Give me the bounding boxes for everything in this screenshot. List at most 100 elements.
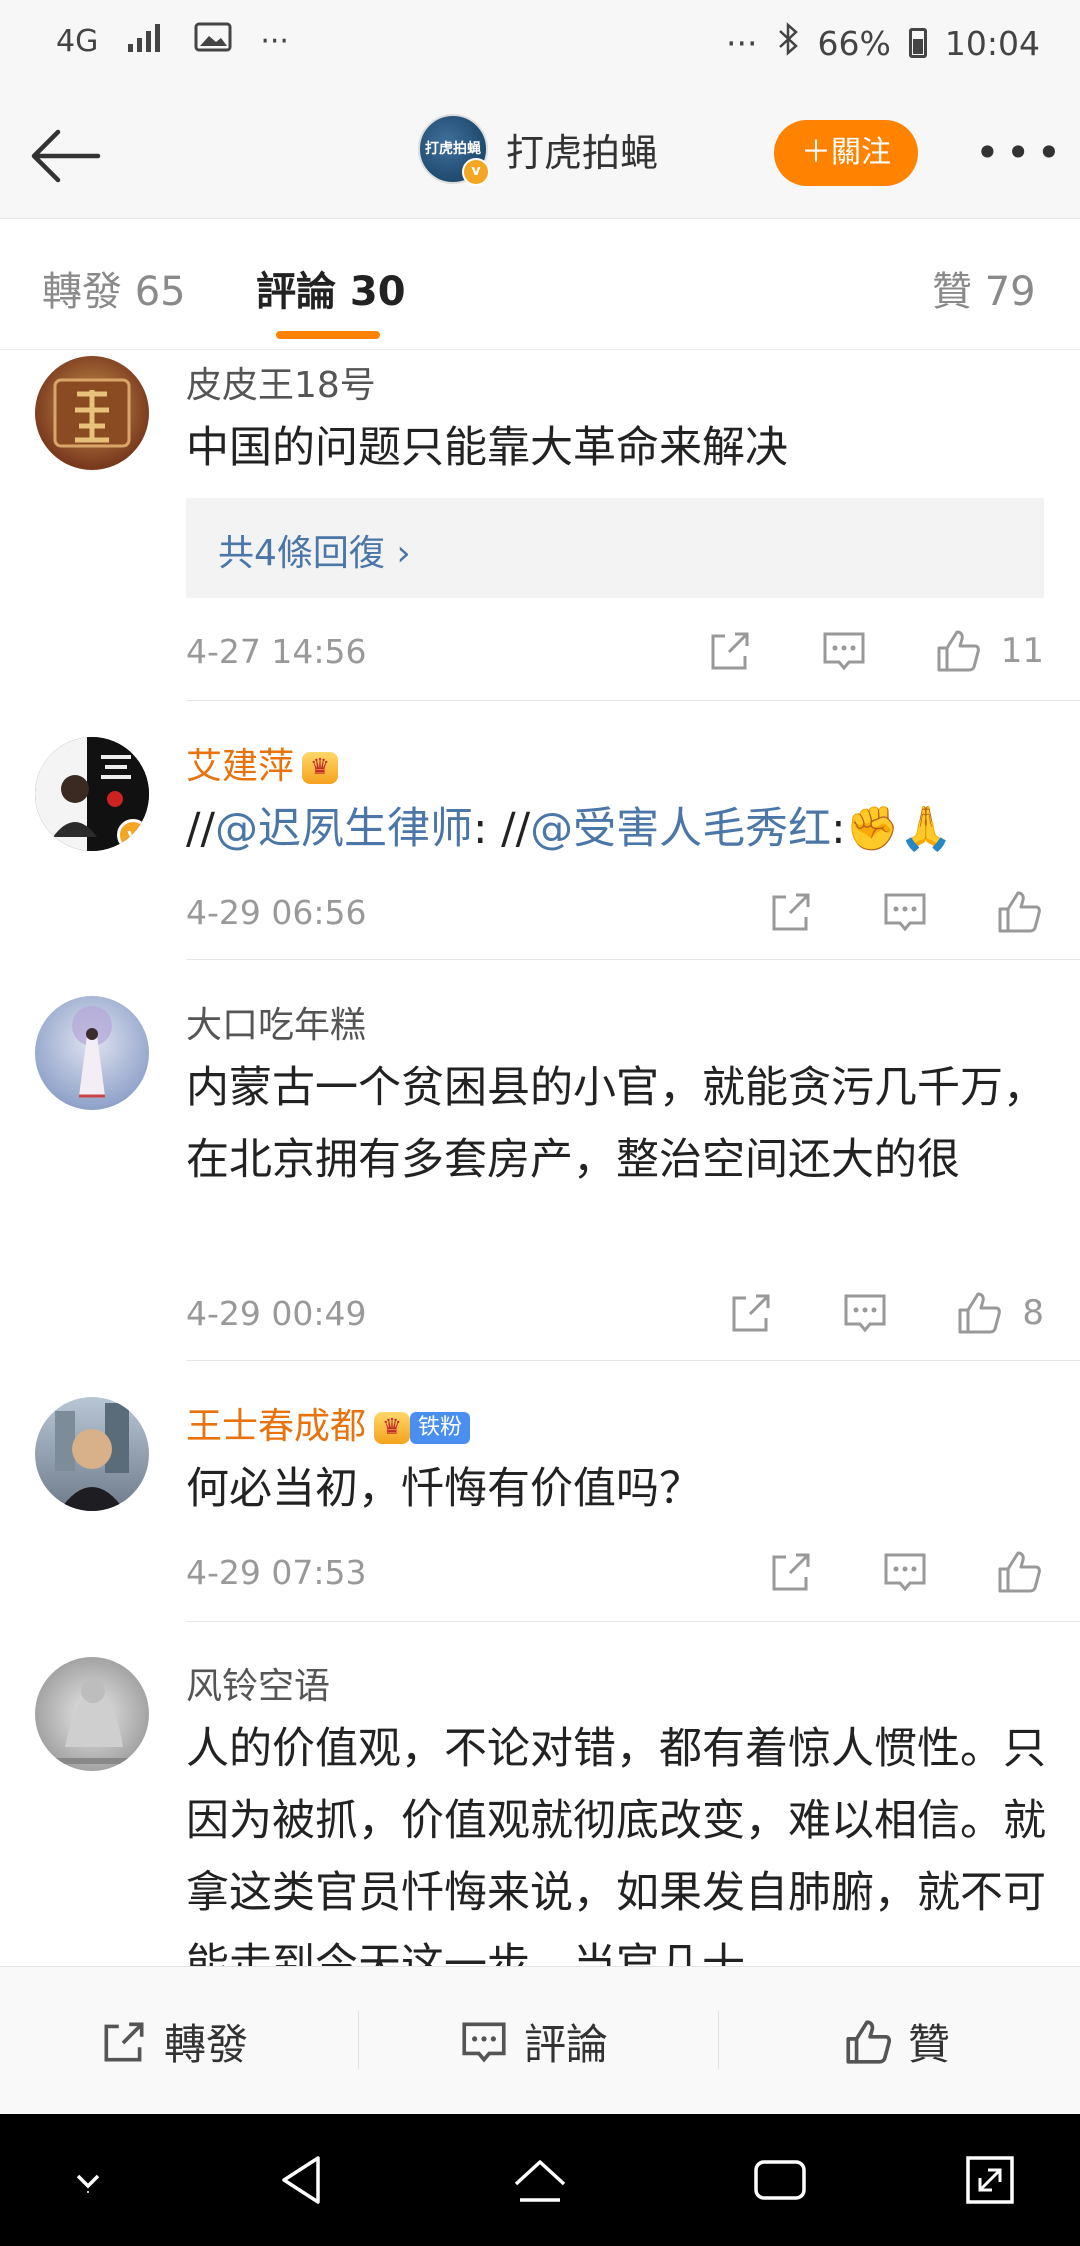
vip-crown-icon: ♛ bbox=[302, 752, 339, 784]
avatar-image bbox=[72, 1006, 112, 1098]
comment-username[interactable]: 王士春成都 ♛ 铁粉 bbox=[186, 1397, 471, 1449]
comment-actions bbox=[766, 1547, 1044, 1597]
comment-action[interactable] bbox=[880, 887, 930, 937]
account-logo: 打虎拍蝇 v bbox=[418, 114, 490, 186]
comment-action[interactable] bbox=[840, 1288, 890, 1338]
text-segment: // bbox=[186, 804, 215, 854]
repost-label: 轉發 bbox=[164, 2020, 249, 2069]
divider bbox=[186, 1360, 1080, 1361]
comment-username[interactable]: 大口吃年糕 bbox=[186, 996, 366, 1048]
text-segment: : // bbox=[472, 804, 531, 854]
comment-actions: 8 bbox=[726, 1288, 1044, 1338]
avatar-image bbox=[55, 1403, 129, 1511]
emoji-segment: :✊🙏 bbox=[831, 804, 953, 854]
mention-link[interactable]: @受害人毛秀红 bbox=[530, 804, 831, 854]
share-icon bbox=[104, 2022, 144, 2061]
thumbs-up-icon bbox=[937, 630, 980, 672]
status-bar: 4G ··· ··· 66% 10:04 bbox=[0, 0, 1080, 92]
tab-bar: 轉發 65 評論 30 贊 79 bbox=[0, 219, 1080, 350]
like-action[interactable] bbox=[994, 1547, 1044, 1597]
repost-button[interactable]: 轉發 bbox=[98, 2011, 248, 2072]
comment-action[interactable] bbox=[819, 626, 869, 676]
comment-text: //@迟夙生律师: //@受害人毛秀红:✊🙏 bbox=[186, 793, 1046, 865]
comment-icon bbox=[844, 1294, 886, 1333]
top-header: 打虎拍蝇 v 打虎拍蝇 ＋關注 ••• bbox=[0, 92, 1080, 219]
comment-time: 4-27 14:56 bbox=[186, 632, 367, 671]
thumbs-up-icon bbox=[846, 2019, 892, 2064]
back-triangle-icon bbox=[282, 2156, 320, 2204]
repost-action[interactable] bbox=[766, 1547, 816, 1597]
like-count: 11 bbox=[1000, 631, 1044, 671]
battery-percent: 66% bbox=[817, 23, 891, 63]
nav-collapse-button[interactable] bbox=[58, 2150, 118, 2210]
like-action[interactable]: 8 bbox=[954, 1288, 1044, 1338]
like-action[interactable]: 11 bbox=[933, 626, 1044, 676]
replies-link[interactable]: 共4條回復 › bbox=[186, 498, 1044, 598]
share-icon bbox=[772, 893, 810, 931]
comment-item: 风铃空语 人的价值观，不论对错，都有着惊人惯性。只因为被抓，价值观就彻底改变，难… bbox=[0, 1657, 1080, 1966]
comment-time: 4-29 06:56 bbox=[186, 893, 367, 932]
comment-action[interactable] bbox=[880, 1547, 930, 1597]
clock: 10:04 bbox=[944, 23, 1040, 63]
comment-username[interactable]: 风铃空语 bbox=[186, 1657, 330, 1709]
like-button[interactable]: 贊 bbox=[842, 2011, 950, 2072]
nav-back-button[interactable] bbox=[272, 2150, 332, 2210]
replies-label: 共4條回復 › bbox=[218, 533, 411, 574]
thumbs-up-icon bbox=[958, 1292, 1002, 1334]
account-logo-text: 打虎拍蝇 bbox=[425, 141, 481, 157]
divider bbox=[186, 959, 1080, 960]
system-navigation-bar bbox=[0, 2114, 1080, 2246]
nav-home-button[interactable] bbox=[510, 2150, 570, 2210]
comment-actions bbox=[766, 887, 1044, 937]
back-button[interactable] bbox=[26, 116, 106, 196]
avatar-image bbox=[55, 1679, 131, 1764]
active-tab-indicator bbox=[276, 331, 380, 339]
thumbs-up-icon bbox=[998, 891, 1041, 933]
chevron-down-icon bbox=[76, 2174, 100, 2193]
share-icon bbox=[711, 632, 749, 670]
avatar[interactable] bbox=[35, 1397, 149, 1511]
account-name: 打虎拍蝇 bbox=[506, 130, 659, 175]
like-action[interactable] bbox=[994, 887, 1044, 937]
avatar[interactable] bbox=[35, 356, 149, 470]
tab-reposts[interactable]: 轉發 65 bbox=[42, 259, 186, 317]
comment-actions: 11 bbox=[705, 626, 1044, 676]
nav-recents-button[interactable] bbox=[750, 2150, 810, 2210]
comment-text: 内蒙古一个贫困县的小官，就能贪污几千万，在北京拥有多套房产，整治空间还大的很 bbox=[186, 1063, 1046, 1185]
comment-icon bbox=[462, 2022, 506, 2063]
verified-icon: v bbox=[117, 819, 149, 851]
signal-icon bbox=[126, 22, 166, 60]
nav-expand-button[interactable] bbox=[960, 2150, 1020, 2210]
comment-username[interactable]: 皮皮王18号 bbox=[186, 356, 376, 408]
avatar[interactable] bbox=[35, 1657, 149, 1771]
comment-text: 何必当初，忏悔有价值吗？ bbox=[186, 1464, 702, 1514]
comment-time: 4-29 07:53 bbox=[186, 1553, 367, 1592]
comment-username[interactable]: 艾建萍 ♛ bbox=[186, 737, 339, 789]
avatar-image bbox=[53, 378, 131, 448]
follow-button[interactable]: ＋關注 bbox=[774, 120, 918, 186]
network-indicator: 4G bbox=[56, 23, 99, 59]
repost-action[interactable] bbox=[766, 887, 816, 937]
tab-comments[interactable]: 評論 30 bbox=[256, 259, 406, 317]
recents-icon bbox=[754, 2160, 806, 2200]
comment-icon bbox=[884, 1553, 926, 1592]
comment-text: 人的价值观，不论对错，都有着惊人惯性。只因为被抓，价值观就彻底改变，难以相信。就… bbox=[186, 1724, 1046, 1966]
avatar[interactable]: v bbox=[35, 737, 149, 851]
tab-likes[interactable]: 贊 79 bbox=[932, 259, 1036, 317]
share-icon bbox=[772, 1553, 810, 1591]
gallery-icon bbox=[194, 22, 232, 60]
repost-action[interactable] bbox=[726, 1288, 776, 1338]
avatar[interactable] bbox=[35, 996, 149, 1110]
like-count: 8 bbox=[1022, 1293, 1044, 1333]
like-label: 贊 bbox=[908, 2020, 951, 2069]
mention-link[interactable]: @迟夙生律师 bbox=[215, 804, 473, 854]
comment-icon bbox=[823, 632, 865, 671]
comment-button[interactable]: 評論 bbox=[458, 2011, 608, 2072]
battery-icon bbox=[908, 28, 927, 58]
repost-action[interactable] bbox=[705, 626, 755, 676]
comment-time: 4-29 00:49 bbox=[186, 1294, 367, 1333]
divider bbox=[186, 1621, 1080, 1622]
account-title[interactable]: 打虎拍蝇 v 打虎拍蝇 bbox=[418, 114, 659, 186]
comment-label: 評論 bbox=[524, 2020, 609, 2069]
more-options-button[interactable]: ••• bbox=[975, 128, 1067, 177]
